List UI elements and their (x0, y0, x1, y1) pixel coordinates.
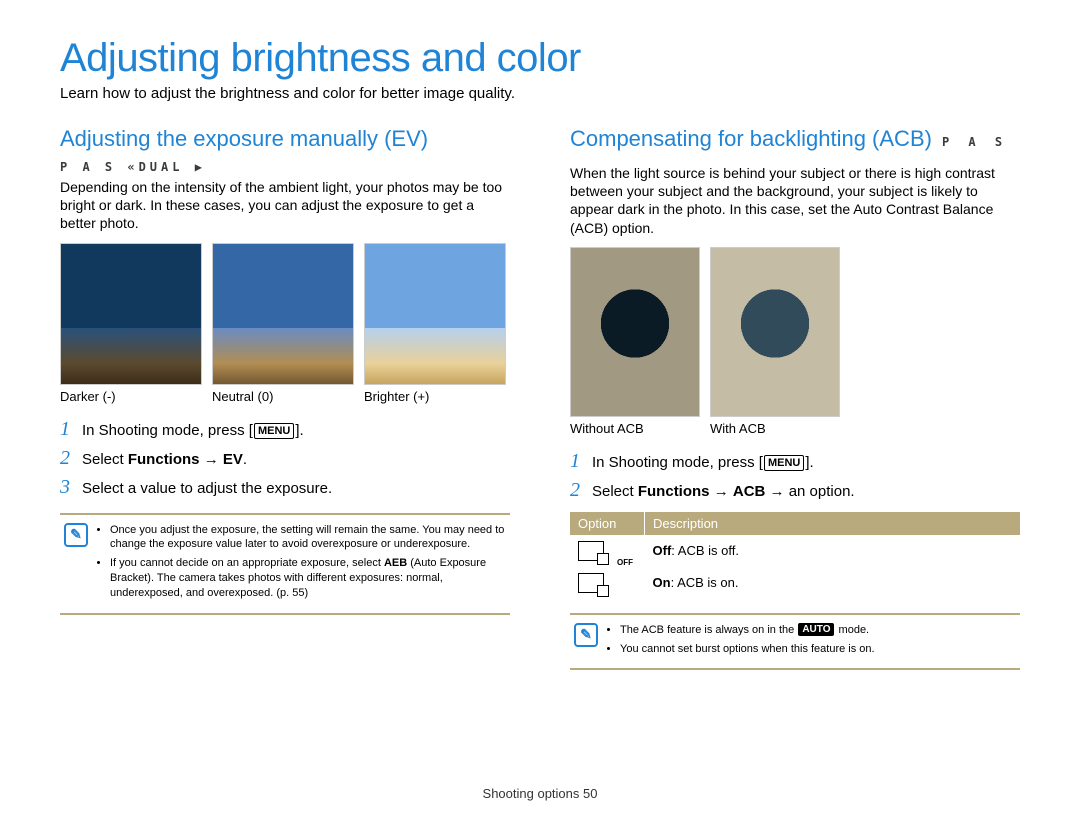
ev-step-1: 1 In Shooting mode, press [MENU]. (60, 418, 510, 441)
ev-step-3: 3 Select a value to adjust the exposure. (60, 476, 510, 499)
acb-note-list: The ACB feature is always on in the AUTO… (606, 623, 875, 661)
acb-on-icon (578, 573, 604, 593)
step-number-icon: 2 (570, 479, 592, 502)
thumb-darker-image (60, 243, 202, 385)
acb-step2-c: → (710, 483, 733, 500)
footer-page-number: 50 (583, 786, 597, 801)
acb-steps: 1 In Shooting mode, press [MENU]. 2 Sele… (570, 450, 1020, 502)
thumb-without-acb-image (570, 247, 700, 417)
ev-step2-c: → (200, 451, 223, 468)
ev-note2-b: AEB (384, 557, 407, 569)
acb-note1-a: The ACB feature is always on in the (620, 624, 797, 636)
ev-step2-b: Functions (128, 451, 200, 468)
ev-heading: Adjusting the exposure manually (EV) (60, 126, 510, 152)
acb-step2-e: → an option. (765, 483, 854, 500)
ev-steps: 1 In Shooting mode, press [MENU]. 2 Sele… (60, 418, 510, 499)
acb-step1-text-a: In Shooting mode, press [ (592, 454, 763, 471)
two-column-layout: Adjusting the exposure manually (EV) P A… (60, 126, 1020, 670)
page-subtitle: Learn how to adjust the brightness and c… (60, 85, 1020, 102)
acb-off-desc: : ACB is off. (671, 543, 739, 558)
acb-note1-b: mode. (835, 624, 869, 636)
acb-off-icon: OFF (578, 541, 604, 561)
ev-step2-d: EV (223, 451, 243, 468)
acb-mode-badges: P A S (942, 135, 1008, 149)
acb-thumbnails: Without ACB With ACB (570, 247, 1020, 436)
ev-note-list: Once you adjust the exposure, the settin… (96, 523, 506, 605)
step-number-icon: 3 (60, 476, 82, 499)
ev-step1-text-b: ]. (295, 422, 303, 439)
ev-intro: Depending on the intensity of the ambien… (60, 178, 510, 233)
table-row: OFF Off: ACB is off. (570, 535, 1020, 567)
ev-step2-a: Select (82, 451, 128, 468)
acb-note-2: You cannot set burst options when this f… (620, 642, 875, 657)
acb-heading: Compensating for backlighting (ACB) (570, 126, 932, 152)
acb-step2-d: ACB (733, 483, 766, 500)
step-number-icon: 1 (60, 418, 82, 441)
ev-thumbnails: Darker (-) Neutral (0) Brighter (+) (60, 243, 510, 404)
thumb-without-acb-caption: Without ACB (570, 421, 700, 436)
page-title: Adjusting brightness and color (60, 36, 1020, 81)
acb-note-1: The ACB feature is always on in the AUTO… (620, 623, 875, 638)
step-number-icon: 2 (60, 447, 82, 470)
acb-step1-text-b: ]. (805, 454, 813, 471)
ev-note-box: ✎ Once you adjust the exposure, the sett… (60, 513, 510, 615)
thumb-darker-caption: Darker (-) (60, 389, 202, 404)
acb-on-label: On (653, 575, 671, 590)
acb-step-2: 2 Select Functions → ACB → an option. (570, 479, 1020, 502)
thumb-without-acb: Without ACB (570, 247, 700, 436)
menu-chip-icon: MENU (764, 455, 804, 471)
acb-intro: When the light source is behind your sub… (570, 164, 1020, 237)
ev-mode-badges: P A S «DUAL ▶ (60, 160, 510, 174)
thumb-brighter: Brighter (+) (364, 243, 506, 404)
acb-step2-b: Functions (638, 483, 710, 500)
thumb-brighter-caption: Brighter (+) (364, 389, 506, 404)
ev-note-1: Once you adjust the exposure, the settin… (110, 523, 506, 553)
acb-note-box: ✎ The ACB feature is always on in the AU… (570, 613, 1020, 671)
thumb-with-acb-image (710, 247, 840, 417)
ev-note-2: If you cannot decide on an appropriate e… (110, 556, 506, 601)
table-header-description: Description (645, 512, 1021, 535)
page-footer: Shooting options 50 (0, 786, 1080, 801)
ev-step1-text-a: In Shooting mode, press [ (82, 422, 253, 439)
auto-mode-chip-icon: AUTO (798, 623, 834, 637)
ev-note2-a: If you cannot decide on an appropriate e… (110, 557, 384, 569)
left-column: Adjusting the exposure manually (EV) P A… (60, 126, 510, 670)
thumb-darker: Darker (-) (60, 243, 202, 404)
note-icon: ✎ (64, 523, 88, 547)
ev-step2-e: . (243, 451, 247, 468)
acb-on-desc: : ACB is on. (671, 575, 739, 590)
ev-step3-text: Select a value to adjust the exposure. (82, 480, 332, 497)
note-icon: ✎ (574, 623, 598, 647)
thumb-brighter-image (364, 243, 506, 385)
manual-page: Adjusting brightness and color Learn how… (0, 0, 1080, 815)
acb-option-table: Option Description OFF Off: ACB is off. … (570, 512, 1020, 599)
table-row: On: ACB is on. (570, 567, 1020, 599)
acb-off-label: Off (653, 543, 672, 558)
step-number-icon: 1 (570, 450, 592, 473)
thumb-neutral: Neutral (0) (212, 243, 354, 404)
thumb-neutral-caption: Neutral (0) (212, 389, 354, 404)
footer-section: Shooting options (483, 786, 583, 801)
ev-step-2: 2 Select Functions → EV. (60, 447, 510, 470)
thumb-with-acb: With ACB (710, 247, 840, 436)
thumb-neutral-image (212, 243, 354, 385)
acb-step-1: 1 In Shooting mode, press [MENU]. (570, 450, 1020, 473)
right-column: Compensating for backlighting (ACB) P A … (570, 126, 1020, 670)
menu-chip-icon: MENU (254, 423, 294, 439)
acb-step2-a: Select (592, 483, 638, 500)
thumb-with-acb-caption: With ACB (710, 421, 840, 436)
table-header-option: Option (570, 512, 645, 535)
